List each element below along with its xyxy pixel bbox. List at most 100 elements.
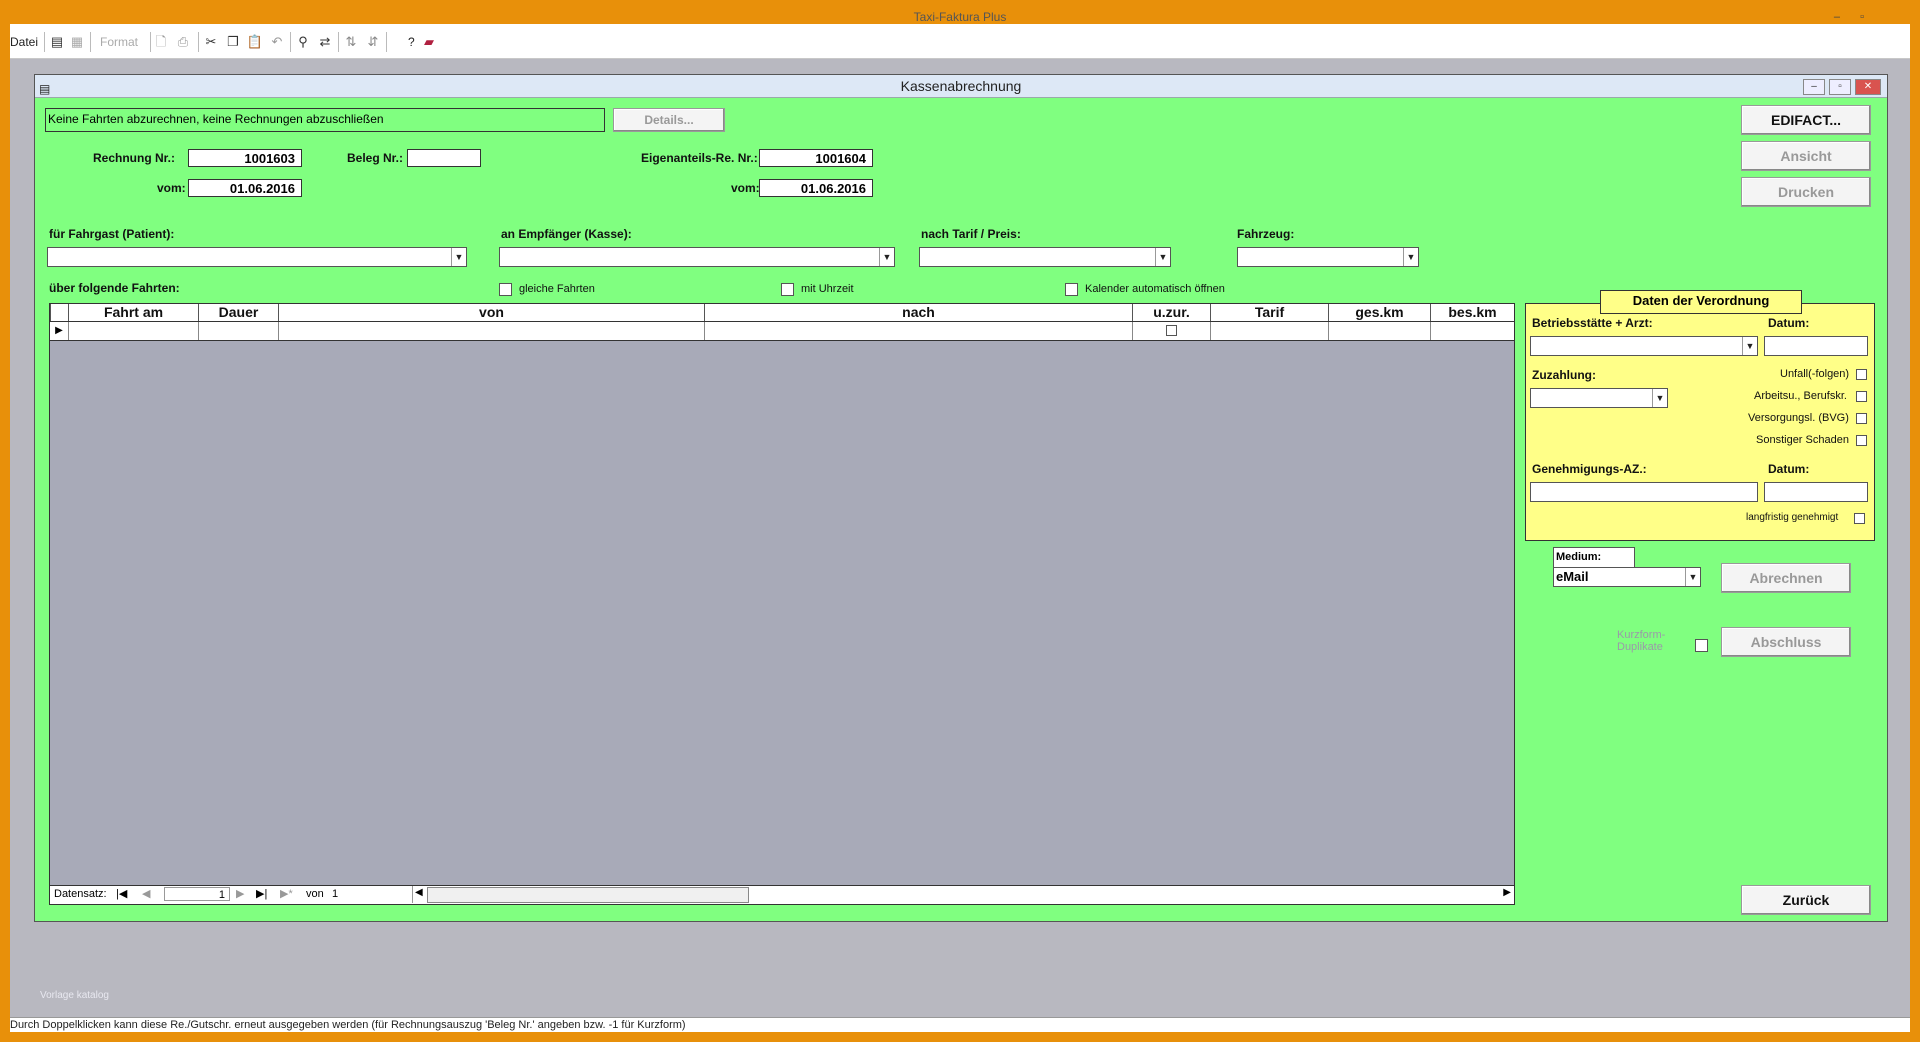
verordnung-panel: Daten der Verordnung Betriebsstätte + Ar… bbox=[1525, 290, 1875, 541]
menu-datei[interactable]: Datei bbox=[10, 34, 38, 50]
column-von[interactable]: von bbox=[278, 304, 704, 321]
cell-tarif[interactable] bbox=[1210, 322, 1328, 340]
chevron-down-icon[interactable]: ▼ bbox=[1155, 248, 1170, 266]
cell-nach[interactable] bbox=[704, 322, 1132, 340]
fahrgast-label: für Fahrgast (Patient): bbox=[49, 227, 175, 241]
chevron-down-icon[interactable]: ▼ bbox=[1685, 568, 1700, 586]
datasheet-icon[interactable]: ▦ bbox=[68, 33, 86, 51]
uhrzeit-checkbox[interactable] bbox=[781, 283, 794, 296]
column-bes-km[interactable]: bes.km bbox=[1430, 304, 1514, 321]
column-dauer[interactable]: Dauer bbox=[198, 304, 278, 321]
cell-bes-km[interactable] bbox=[1430, 322, 1514, 340]
ansicht-button[interactable]: Ansicht bbox=[1741, 141, 1871, 171]
table-row[interactable]: ▶ bbox=[50, 322, 1514, 341]
gleiche-label: gleiche Fahrten bbox=[519, 283, 595, 295]
empfaenger-combo[interactable]: ▼ bbox=[499, 247, 895, 267]
last-record-icon[interactable]: ▶| bbox=[256, 887, 267, 900]
kurzform-checkbox[interactable] bbox=[1695, 639, 1708, 652]
cell-dauer[interactable] bbox=[198, 322, 278, 340]
cell-fahrt-am[interactable] bbox=[68, 322, 198, 340]
details-button[interactable]: Details... bbox=[613, 108, 725, 132]
kalender-checkbox[interactable] bbox=[1065, 283, 1078, 296]
row-pointer-icon[interactable]: ▶ bbox=[50, 322, 68, 340]
scroll-left-icon[interactable]: ◀ bbox=[415, 887, 423, 898]
record-number-field[interactable]: 1 bbox=[164, 887, 230, 901]
restore-icon[interactable]: ▫ bbox=[1860, 10, 1864, 24]
column-nach[interactable]: nach bbox=[704, 304, 1132, 321]
chevron-down-icon[interactable]: ▼ bbox=[1742, 337, 1757, 355]
drucken-button[interactable]: Drucken bbox=[1741, 177, 1871, 207]
cell-ges-km[interactable] bbox=[1328, 322, 1430, 340]
scroll-right-icon[interactable]: ▶ bbox=[1503, 887, 1511, 898]
form-view-icon[interactable]: ▤ bbox=[48, 33, 66, 51]
fahrzeug-combo[interactable]: ▼ bbox=[1237, 247, 1419, 267]
column-tarif[interactable]: Tarif bbox=[1210, 304, 1328, 321]
column-ges-km[interactable]: ges.km bbox=[1328, 304, 1430, 321]
abrechnen-button[interactable]: Abrechnen bbox=[1721, 563, 1851, 593]
cell-u-zur[interactable] bbox=[1132, 322, 1210, 340]
vom-field[interactable]: 01.06.2016 bbox=[188, 179, 302, 197]
prev-record-icon[interactable]: ◀ bbox=[142, 887, 150, 900]
horizontal-scrollbar[interactable]: ◀ ▶ bbox=[412, 886, 1515, 903]
u-zur-checkbox[interactable] bbox=[1166, 325, 1177, 336]
new-record-icon[interactable]: ▶* bbox=[280, 887, 293, 900]
zuzahlung-combo[interactable]: ▼ bbox=[1530, 388, 1668, 408]
versorgung-checkbox[interactable] bbox=[1856, 413, 1867, 424]
column-fahrt-am[interactable]: Fahrt am bbox=[68, 304, 198, 321]
scrollbar-thumb[interactable] bbox=[427, 887, 749, 903]
undo-icon[interactable]: ↶ bbox=[268, 33, 286, 51]
eigenanteil-field[interactable]: 1001604 bbox=[759, 149, 873, 167]
genehmigung-field[interactable] bbox=[1530, 482, 1758, 502]
minimize-icon[interactable]: – bbox=[1834, 10, 1840, 24]
sort-ascending-icon[interactable]: ⇅ bbox=[342, 33, 360, 51]
datum-label: Datum: bbox=[1768, 316, 1810, 330]
beleg-label: Beleg Nr.: bbox=[347, 151, 404, 165]
beleg-field[interactable] bbox=[407, 149, 481, 167]
medium-combo[interactable]: eMail ▼ bbox=[1553, 567, 1701, 587]
vom2-field[interactable]: 01.06.2016 bbox=[759, 179, 873, 197]
unfall-checkbox[interactable] bbox=[1856, 369, 1867, 380]
cut-icon[interactable]: ✂ bbox=[202, 33, 220, 51]
arbeitsu-checkbox[interactable] bbox=[1856, 391, 1867, 402]
find-icon[interactable]: ⚲ bbox=[294, 33, 312, 51]
help-button[interactable]: ? bbox=[408, 34, 415, 50]
datum-field[interactable] bbox=[1764, 336, 1868, 356]
chevron-down-icon[interactable]: ▼ bbox=[1403, 248, 1418, 266]
gleiche-checkbox[interactable] bbox=[499, 283, 512, 296]
betriebsstaette-combo[interactable]: ▼ bbox=[1530, 336, 1758, 356]
abschluss-button[interactable]: Abschluss bbox=[1721, 627, 1851, 657]
paste-icon[interactable]: 📋 bbox=[246, 33, 264, 51]
zurueck-button[interactable]: Zurück bbox=[1741, 885, 1871, 915]
rechnung-field[interactable]: 1001603 bbox=[188, 149, 302, 167]
toolbar-separator bbox=[198, 32, 199, 52]
fahrgast-combo[interactable]: ▼ bbox=[47, 247, 467, 267]
print-preview-icon[interactable]: 🗋 bbox=[152, 33, 170, 51]
fahrzeug-label: Fahrzeug: bbox=[1237, 227, 1295, 241]
book-icon[interactable]: ▰ bbox=[420, 33, 438, 51]
status-bar: Durch Doppelklicken kann diese Re./Gutsc… bbox=[10, 1017, 1910, 1032]
form-restore-icon[interactable]: ▫ bbox=[1829, 79, 1851, 95]
record-navigator: Datensatz: |◀ ◀ 1 ▶ ▶| ▶* von 1 ◀ ▶ bbox=[50, 885, 1514, 904]
chevron-down-icon[interactable]: ▼ bbox=[1652, 389, 1667, 407]
first-record-icon[interactable]: |◀ bbox=[116, 887, 127, 900]
toolbar-separator bbox=[90, 32, 91, 52]
tarif-combo[interactable]: ▼ bbox=[919, 247, 1171, 267]
copy-icon[interactable]: ❐ bbox=[224, 33, 242, 51]
format-button[interactable]: Format bbox=[100, 34, 138, 50]
column-u-zur[interactable]: u.zur. bbox=[1132, 304, 1210, 321]
replace-icon[interactable]: ⇄ bbox=[316, 33, 334, 51]
sort-descending-icon[interactable]: ⇵ bbox=[364, 33, 382, 51]
form-close-icon[interactable]: ✕ bbox=[1855, 79, 1881, 95]
cell-von[interactable] bbox=[278, 322, 704, 340]
langfristig-checkbox[interactable] bbox=[1854, 513, 1865, 524]
form-menu-icon[interactable]: ▤ bbox=[39, 78, 50, 100]
sonstiger-checkbox[interactable] bbox=[1856, 435, 1867, 446]
datum2-field[interactable] bbox=[1764, 482, 1868, 502]
edifact-button[interactable]: EDIFACT... bbox=[1741, 105, 1871, 135]
next-record-icon[interactable]: ▶ bbox=[236, 887, 244, 900]
print-icon[interactable]: ⎙ bbox=[174, 33, 192, 51]
chevron-down-icon[interactable]: ▼ bbox=[879, 248, 894, 266]
vorlage-text: Vorlage katalog bbox=[40, 990, 109, 1001]
form-minimize-icon[interactable]: – bbox=[1803, 79, 1825, 95]
chevron-down-icon[interactable]: ▼ bbox=[451, 248, 466, 266]
